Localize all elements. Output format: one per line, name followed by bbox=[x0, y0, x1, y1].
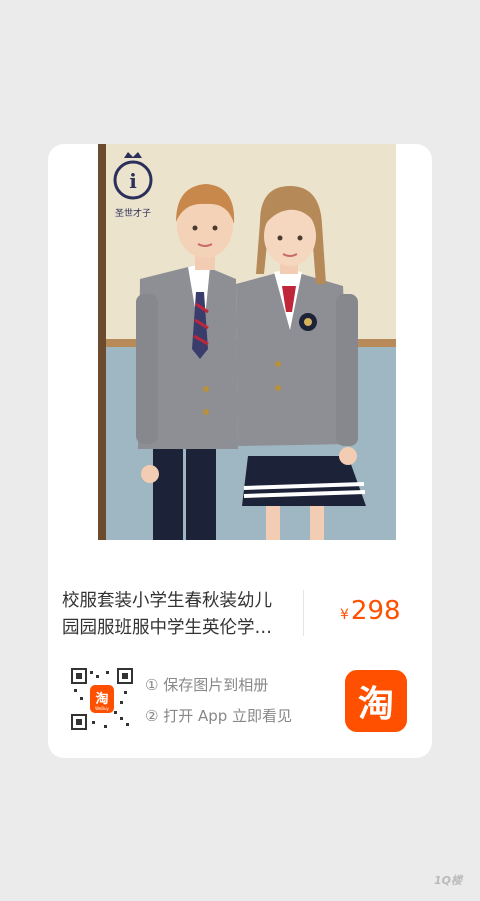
product-title[interactable]: 校服套装小学生春秋装幼儿园园服班服中学生英伦学院风校服套装 bbox=[62, 588, 286, 642]
step-save-image: ① 保存图片到相册 bbox=[145, 676, 269, 694]
price-amount: 298 bbox=[350, 596, 401, 626]
taobao-app-button[interactable]: 淘 bbox=[345, 670, 407, 732]
taobao-icon: 淘 bbox=[357, 684, 394, 725]
product-image: i 圣世才子 bbox=[98, 144, 396, 540]
divider bbox=[303, 590, 304, 636]
share-card: i 圣世才子 校服套装小学生春秋装幼儿园园服班服中学生英伦学院 ¥298 淘 W… bbox=[48, 144, 432, 758]
watermark: 1Q楼 bbox=[434, 874, 463, 887]
svg-text:i: i bbox=[129, 169, 137, 193]
price-currency: ¥ bbox=[340, 607, 349, 623]
qr-code[interactable]: 淘 WeBuy bbox=[70, 667, 134, 731]
product-price: ¥298 bbox=[340, 596, 401, 626]
qr-badge-subtext: WeBuy bbox=[95, 706, 109, 711]
instruction-steps: ① 保存图片到相册 ② 打开 App 立即看见 bbox=[145, 672, 292, 734]
step-open-app: ② 打开 App 立即看见 bbox=[145, 707, 293, 725]
svg-text:圣世才子: 圣世才子 bbox=[115, 207, 151, 219]
qr-badge-glyph: 淘 bbox=[95, 691, 108, 707]
